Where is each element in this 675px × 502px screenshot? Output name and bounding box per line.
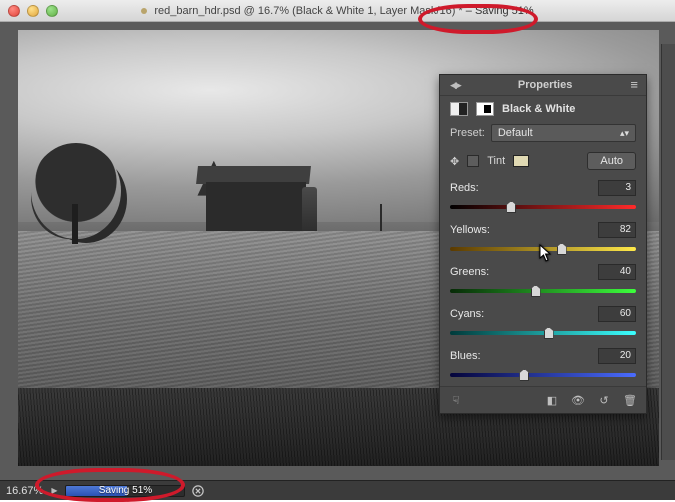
slider-label-blues: Blues: xyxy=(450,350,481,362)
scrubby-icon[interactable]: ☟ xyxy=(448,393,464,407)
slider-value-greens[interactable]: 40 xyxy=(598,264,636,280)
save-progress-text: Saving 51% xyxy=(66,486,184,496)
preset-value: Default xyxy=(498,127,533,139)
preset-row: Preset: Default ▴▾ xyxy=(440,120,646,146)
status-bar: 16.67% ▶ Saving 51% xyxy=(0,480,675,500)
slider-thumb-reds[interactable] xyxy=(506,201,516,213)
window-controls xyxy=(8,5,58,17)
slider-track-cyans[interactable] xyxy=(450,328,636,338)
panel-footer: ☟ ◧ 👁 ↺ 🗑 xyxy=(440,386,646,413)
slider-track-yellows[interactable] xyxy=(450,244,636,254)
auto-button[interactable]: Auto xyxy=(587,152,636,170)
slider-value-reds[interactable]: 3 xyxy=(598,180,636,196)
zoom-window-button[interactable] xyxy=(46,5,58,17)
targeted-adjust-icon[interactable]: ✥ xyxy=(450,155,459,168)
tint-checkbox[interactable] xyxy=(467,155,479,167)
layer-mask-icon[interactable] xyxy=(476,102,494,116)
preset-label: Preset: xyxy=(450,127,485,139)
properties-panel[interactable]: ◀▶ Properties ≡ Black & White Preset: De… xyxy=(439,74,647,414)
slider-track-blues[interactable] xyxy=(450,370,636,380)
slider-row-blues: Blues: 20 xyxy=(440,344,646,386)
slider-label-greens: Greens: xyxy=(450,266,489,278)
panel-header[interactable]: ◀▶ Properties ≡ xyxy=(440,75,646,96)
slider-thumb-yellows[interactable] xyxy=(557,243,567,255)
slider-value-blues[interactable]: 20 xyxy=(598,348,636,364)
slider-row-greens: Greens: 40 xyxy=(440,260,646,302)
preset-select[interactable]: Default ▴▾ xyxy=(491,124,636,142)
canvas-area[interactable]: ◀▶ Properties ≡ Black & White Preset: De… xyxy=(0,22,675,480)
slider-row-reds: Reds: 3 xyxy=(440,176,646,218)
tint-label: Tint xyxy=(487,155,505,167)
panel-tab-properties[interactable]: Properties xyxy=(518,79,572,91)
trash-icon[interactable]: 🗑 xyxy=(622,393,638,407)
save-progress-group: Saving 51% xyxy=(65,484,205,498)
tint-row: ✥ Tint Auto xyxy=(440,146,646,176)
vertical-scrollbar[interactable] xyxy=(661,44,675,460)
slider-track-reds[interactable] xyxy=(450,202,636,212)
slider-track-greens[interactable] xyxy=(450,286,636,296)
adjustment-header: Black & White xyxy=(440,96,646,120)
zoom-readout[interactable]: 16.67% xyxy=(6,485,43,497)
status-menu-chevron-icon[interactable]: ▶ xyxy=(51,486,57,495)
slider-value-yellows[interactable]: 82 xyxy=(598,222,636,238)
slider-label-reds: Reds: xyxy=(450,182,479,194)
slider-row-cyans: Cyans: 60 xyxy=(440,302,646,344)
document-modified-dot-icon xyxy=(141,8,147,14)
window-title: red_barn_hdr.psd @ 16.7% (Black & White … xyxy=(8,5,667,17)
minimize-window-button[interactable] xyxy=(27,5,39,17)
cancel-save-button[interactable] xyxy=(191,484,205,498)
panel-menu-icon[interactable]: ≡ xyxy=(630,81,638,89)
slider-row-yellows: Yellows: 82 xyxy=(440,218,646,260)
window-title-main: red_barn_hdr.psd @ 16.7% (Black & White … xyxy=(154,5,462,17)
close-window-button[interactable] xyxy=(8,5,20,17)
reset-icon[interactable]: ↺ xyxy=(596,393,612,407)
sliders-group: Reds: 3 Yellows: 82 Greens: 40 Cyans: 60 Blues: 2… xyxy=(440,176,646,386)
slider-thumb-cyans[interactable] xyxy=(544,327,554,339)
window-titlebar: red_barn_hdr.psd @ 16.7% (Black & White … xyxy=(0,0,675,22)
window-title-saving: – Saving 51% xyxy=(466,5,534,17)
chevron-updown-icon: ▴▾ xyxy=(620,128,629,139)
clip-icon[interactable]: ◧ xyxy=(544,393,560,407)
slider-label-cyans: Cyans: xyxy=(450,308,484,320)
panel-tabs: Properties xyxy=(518,79,572,91)
adjustment-name: Black & White xyxy=(502,103,575,115)
eye-icon[interactable]: 👁 xyxy=(570,393,586,407)
slider-thumb-greens[interactable] xyxy=(531,285,541,297)
panel-collapse-arrows-icon[interactable]: ◀▶ xyxy=(450,80,460,91)
save-progress-bar: Saving 51% xyxy=(65,485,185,497)
bw-adjustment-icon xyxy=(450,102,468,116)
tint-color-swatch[interactable] xyxy=(513,155,529,167)
slider-thumb-blues[interactable] xyxy=(519,369,529,381)
slider-label-yellows: Yellows: xyxy=(450,224,490,236)
slider-value-cyans[interactable]: 60 xyxy=(598,306,636,322)
